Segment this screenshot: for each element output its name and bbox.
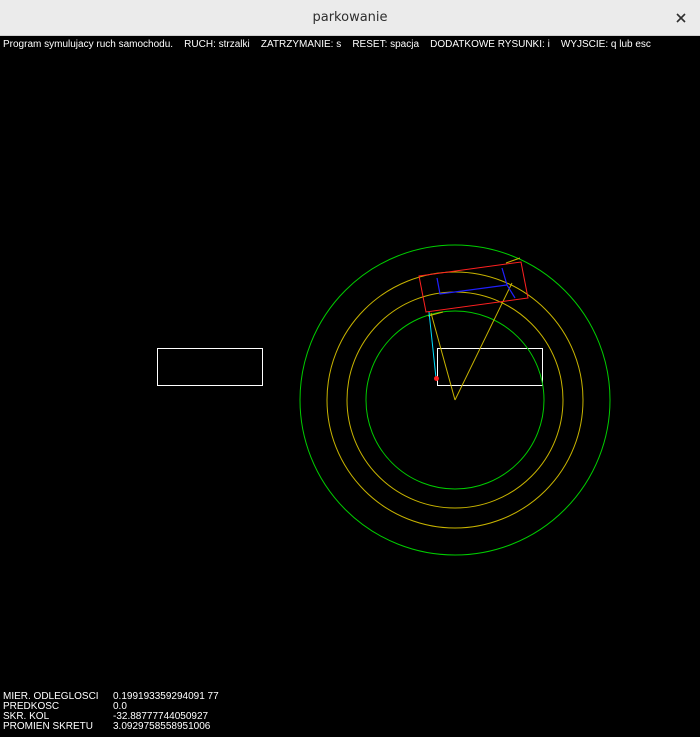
window-title: parkowanie: [312, 10, 388, 25]
stats-panel: MIER. ODLEGLOSCI 0.199193359294091 77 PR…: [3, 692, 219, 732]
stat-value: 3.0929758558951006: [113, 721, 211, 732]
distance-sensor-point: [434, 376, 439, 381]
turning-radius-line-left: [430, 312, 456, 401]
distance-sensor-line: [428, 311, 437, 379]
close-icon: [676, 13, 686, 23]
window-titlebar: parkowanie: [0, 0, 700, 36]
car-body: [418, 261, 529, 313]
stat-label: PROMIEN SKRETU: [3, 721, 94, 732]
stat-value: 0.199193359294091 77: [113, 691, 219, 702]
parking-spot-right: [437, 348, 543, 386]
parking-spot-left: [157, 348, 263, 386]
stat-row-turn-radius: PROMIEN SKRETU 3.0929758558951006: [3, 722, 219, 732]
simulation-canvas[interactable]: Program symulujacy ruch samochodu. RUCH:…: [0, 36, 700, 737]
turning-radius-line-right: [454, 282, 513, 401]
close-button[interactable]: [672, 9, 690, 27]
parking-scene: [157, 244, 611, 556]
